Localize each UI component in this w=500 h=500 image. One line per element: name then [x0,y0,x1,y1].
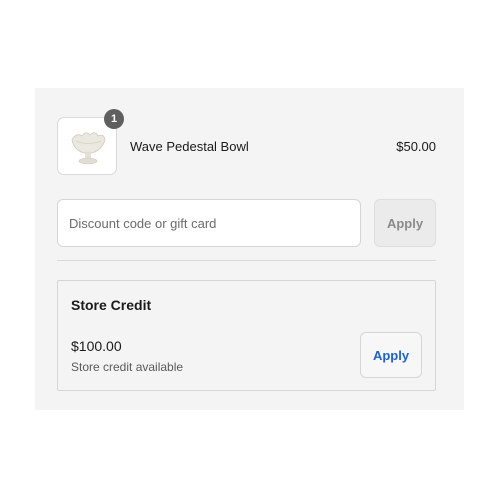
cart-line-item: 1 Wave Pedestal Bowl $50.00 [57,109,436,175]
order-summary-panel: 1 Wave Pedestal Bowl $50.00 Apply Store … [35,88,464,410]
store-credit-title: Store Credit [71,297,152,313]
apply-discount-button[interactable]: Apply [374,199,436,247]
store-credit-subtitle: Store credit available [71,360,184,374]
discount-code-input[interactable] [57,199,361,247]
product-price: $50.00 [396,139,436,154]
apply-store-credit-button[interactable]: Apply [360,332,422,378]
quantity-badge: 1 [104,109,124,129]
divider [57,260,436,261]
store-credit-section: Store Credit $100.00 Store credit availa… [57,280,436,391]
store-credit-amount: $100.00 [71,338,122,354]
product-name: Wave Pedestal Bowl [130,139,249,154]
